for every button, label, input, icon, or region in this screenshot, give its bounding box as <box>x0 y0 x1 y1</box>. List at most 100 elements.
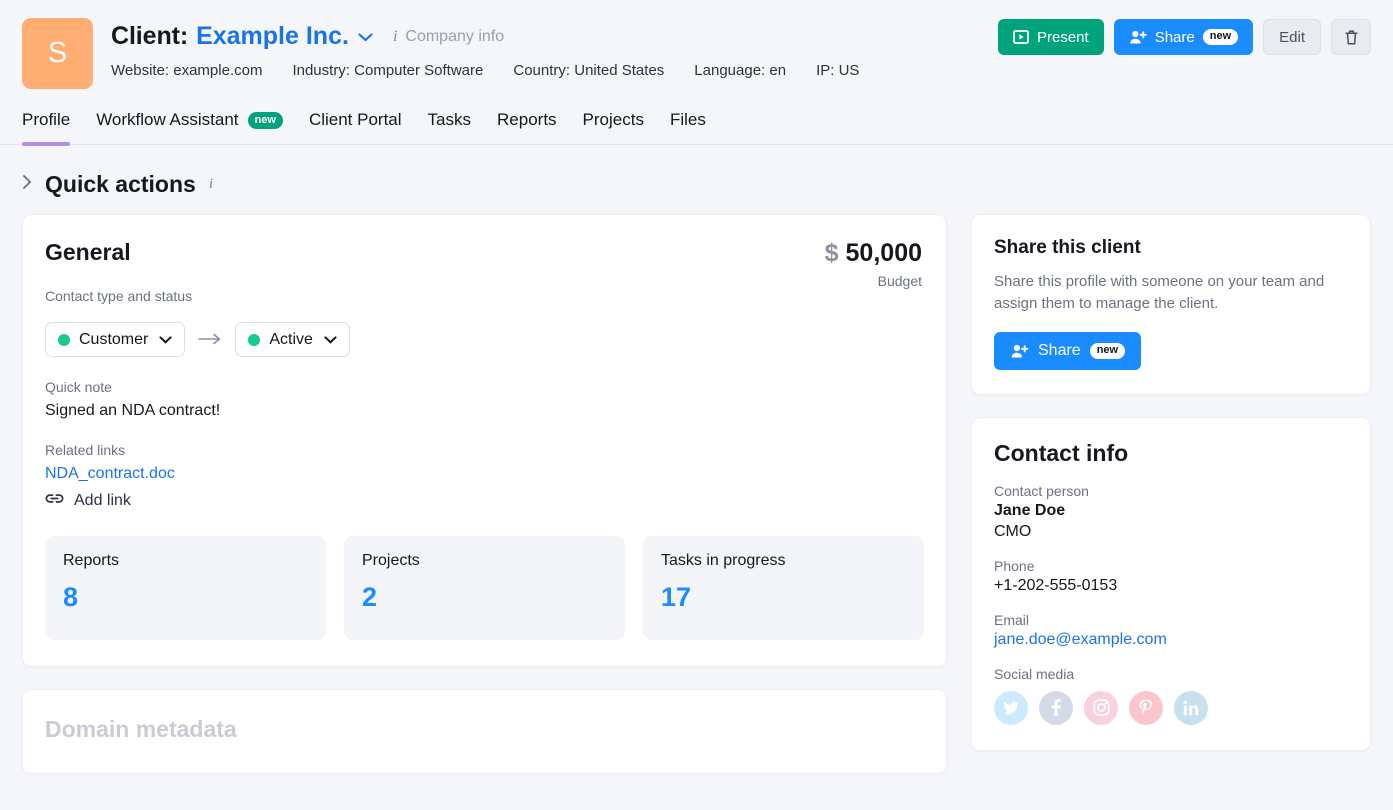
company-info-link[interactable]: Company info <box>405 28 504 46</box>
client-name-link[interactable]: Example Inc. <box>196 22 349 51</box>
quick-actions-toggle[interactable]: Quick actions i <box>0 145 1393 214</box>
delete-button[interactable] <box>1331 19 1371 55</box>
share-card-new-badge: new <box>1089 342 1126 359</box>
social-media-label: Social media <box>994 665 1075 682</box>
left-column: General $ 50,000 Budget Contact type and… <box>22 214 947 774</box>
stat-tile-reports[interactable]: Reports 8 <box>45 536 326 640</box>
share-card-description: Share this profile with someone on your … <box>994 273 1325 312</box>
link-icon <box>45 492 64 510</box>
stat-label: Tasks in progress <box>661 552 786 569</box>
tab-workflow-assistant[interactable]: Workflow Assistant new <box>96 110 283 144</box>
email-group: Email jane.doe@example.com <box>994 612 1348 649</box>
general-card-title: General <box>45 239 131 265</box>
tab-label: Client Portal <box>308 110 402 129</box>
tab-label: Tasks <box>427 110 472 129</box>
stat-tile-tasks-in-progress[interactable]: Tasks in progress 17 <box>643 536 924 640</box>
avatar-initial: S <box>47 37 68 69</box>
user-plus-icon <box>1129 29 1147 45</box>
stat-label: Projects <box>362 552 420 569</box>
phone-value: +1-202-555-0153 <box>994 576 1118 594</box>
social-media-group: Social media <box>994 666 1348 725</box>
tab-label: Workflow Assistant <box>96 110 239 129</box>
share-this-client-card: Share this client Share this profile wit… <box>971 214 1371 395</box>
share-label: Share <box>1154 28 1195 46</box>
chevron-down-icon[interactable] <box>358 28 373 45</box>
budget-currency: $ <box>824 239 839 267</box>
tab-label: Reports <box>497 110 557 129</box>
tabbar: Profile Workflow Assistant new Client Po… <box>0 110 1393 146</box>
budget-value: 50,000 <box>845 239 922 267</box>
meta-country: Country: United States <box>513 62 665 79</box>
chevron-down-icon[interactable] <box>324 332 337 347</box>
linkedin-icon[interactable] <box>1174 690 1208 725</box>
header-meta-row: Website: example.com Industry: Computer … <box>111 62 859 79</box>
meta-industry: Industry: Computer Software <box>292 62 484 79</box>
right-column: Share this client Share this profile wit… <box>971 214 1371 751</box>
email-value[interactable]: jane.doe@example.com <box>994 631 1348 649</box>
share-card-button-label: Share <box>1038 341 1081 359</box>
chevron-down-icon[interactable] <box>159 332 172 347</box>
related-links-label: Related links <box>45 442 126 458</box>
field-label: Contact person <box>994 482 1089 499</box>
page-title: Client: Example Inc. i Company info <box>111 22 859 51</box>
header-actions: Present Share new Edit <box>998 19 1371 55</box>
stat-value: 8 <box>63 582 79 612</box>
tab-label: Projects <box>582 110 644 129</box>
tab-files[interactable]: Files <box>670 110 706 144</box>
trash-icon <box>1344 29 1359 46</box>
main-content: General $ 50,000 Budget Contact type and… <box>0 214 1393 774</box>
field-label: Phone <box>994 557 1035 574</box>
stat-value: 2 <box>362 582 378 612</box>
stat-tile-projects[interactable]: Projects 2 <box>344 536 625 640</box>
domain-metadata-title: Domain metadata <box>45 716 237 742</box>
share-new-badge: new <box>1202 29 1239 45</box>
tab-client-portal[interactable]: Client Portal <box>309 110 402 144</box>
related-links-block: Related links NDA_contract.doc Add link <box>45 442 924 510</box>
share-card-title: Share this client <box>994 237 1141 258</box>
facebook-icon[interactable] <box>1039 690 1073 725</box>
related-link[interactable]: NDA_contract.doc <box>45 465 924 483</box>
add-link-button[interactable]: Add link <box>45 492 924 510</box>
quick-note-label: Quick note <box>45 379 112 395</box>
contact-person-name: Jane Doe <box>994 501 1066 519</box>
tab-reports[interactable]: Reports <box>497 110 557 144</box>
tab-label: Files <box>669 110 706 129</box>
contact-person-group: Contact person Jane Doe CMO <box>994 483 1348 541</box>
quick-note-value[interactable]: Signed an NDA contract! <box>45 402 924 420</box>
contact-type-dropdown[interactable]: Customer <box>45 322 186 357</box>
tab-profile[interactable]: Profile <box>22 110 71 146</box>
page-header: S Client: Example Inc. i Company info We… <box>0 0 1393 89</box>
budget-label: Budget <box>877 273 922 289</box>
status-dot-icon <box>58 333 70 346</box>
status-dropdown[interactable]: Active <box>235 322 350 357</box>
budget-amount: $ 50,000 <box>825 239 922 268</box>
chevron-right-icon[interactable] <box>22 174 32 195</box>
status-value: Active <box>269 330 313 348</box>
share-button[interactable]: Share new <box>1113 19 1254 55</box>
arrow-right-icon <box>198 329 222 350</box>
contact-type-status-row: Customer Active <box>45 322 924 357</box>
share-card-button[interactable]: Share new <box>994 331 1142 370</box>
edit-button[interactable]: Edit <box>1263 19 1321 55</box>
present-button[interactable]: Present <box>998 19 1104 55</box>
info-icon: i <box>392 27 398 45</box>
pinterest-icon[interactable] <box>1129 690 1163 725</box>
contact-info-card: Contact info Contact person Jane Doe CMO… <box>971 416 1371 751</box>
header-text-block: Client: Example Inc. i Company info Webs… <box>111 18 859 79</box>
avatar: S <box>22 18 93 89</box>
stat-value: 17 <box>661 582 692 612</box>
tab-tasks[interactable]: Tasks <box>428 110 471 144</box>
budget-block: $ 50,000 Budget <box>825 239 922 289</box>
stats-row: Reports 8 Projects 2 Tasks in progress 1… <box>45 536 924 640</box>
social-media-row <box>994 690 1348 725</box>
title-prefix: Client: <box>111 22 189 50</box>
instagram-icon[interactable] <box>1084 690 1118 725</box>
field-label: Email <box>994 611 1030 628</box>
general-card: General $ 50,000 Budget Contact type and… <box>22 214 947 667</box>
twitter-icon[interactable] <box>994 690 1028 725</box>
user-plus-icon <box>1010 343 1029 359</box>
tab-projects[interactable]: Projects <box>583 110 644 144</box>
present-play-icon <box>1013 29 1029 45</box>
meta-website: Website: example.com <box>111 62 263 79</box>
contact-type-value: Customer <box>79 330 149 348</box>
